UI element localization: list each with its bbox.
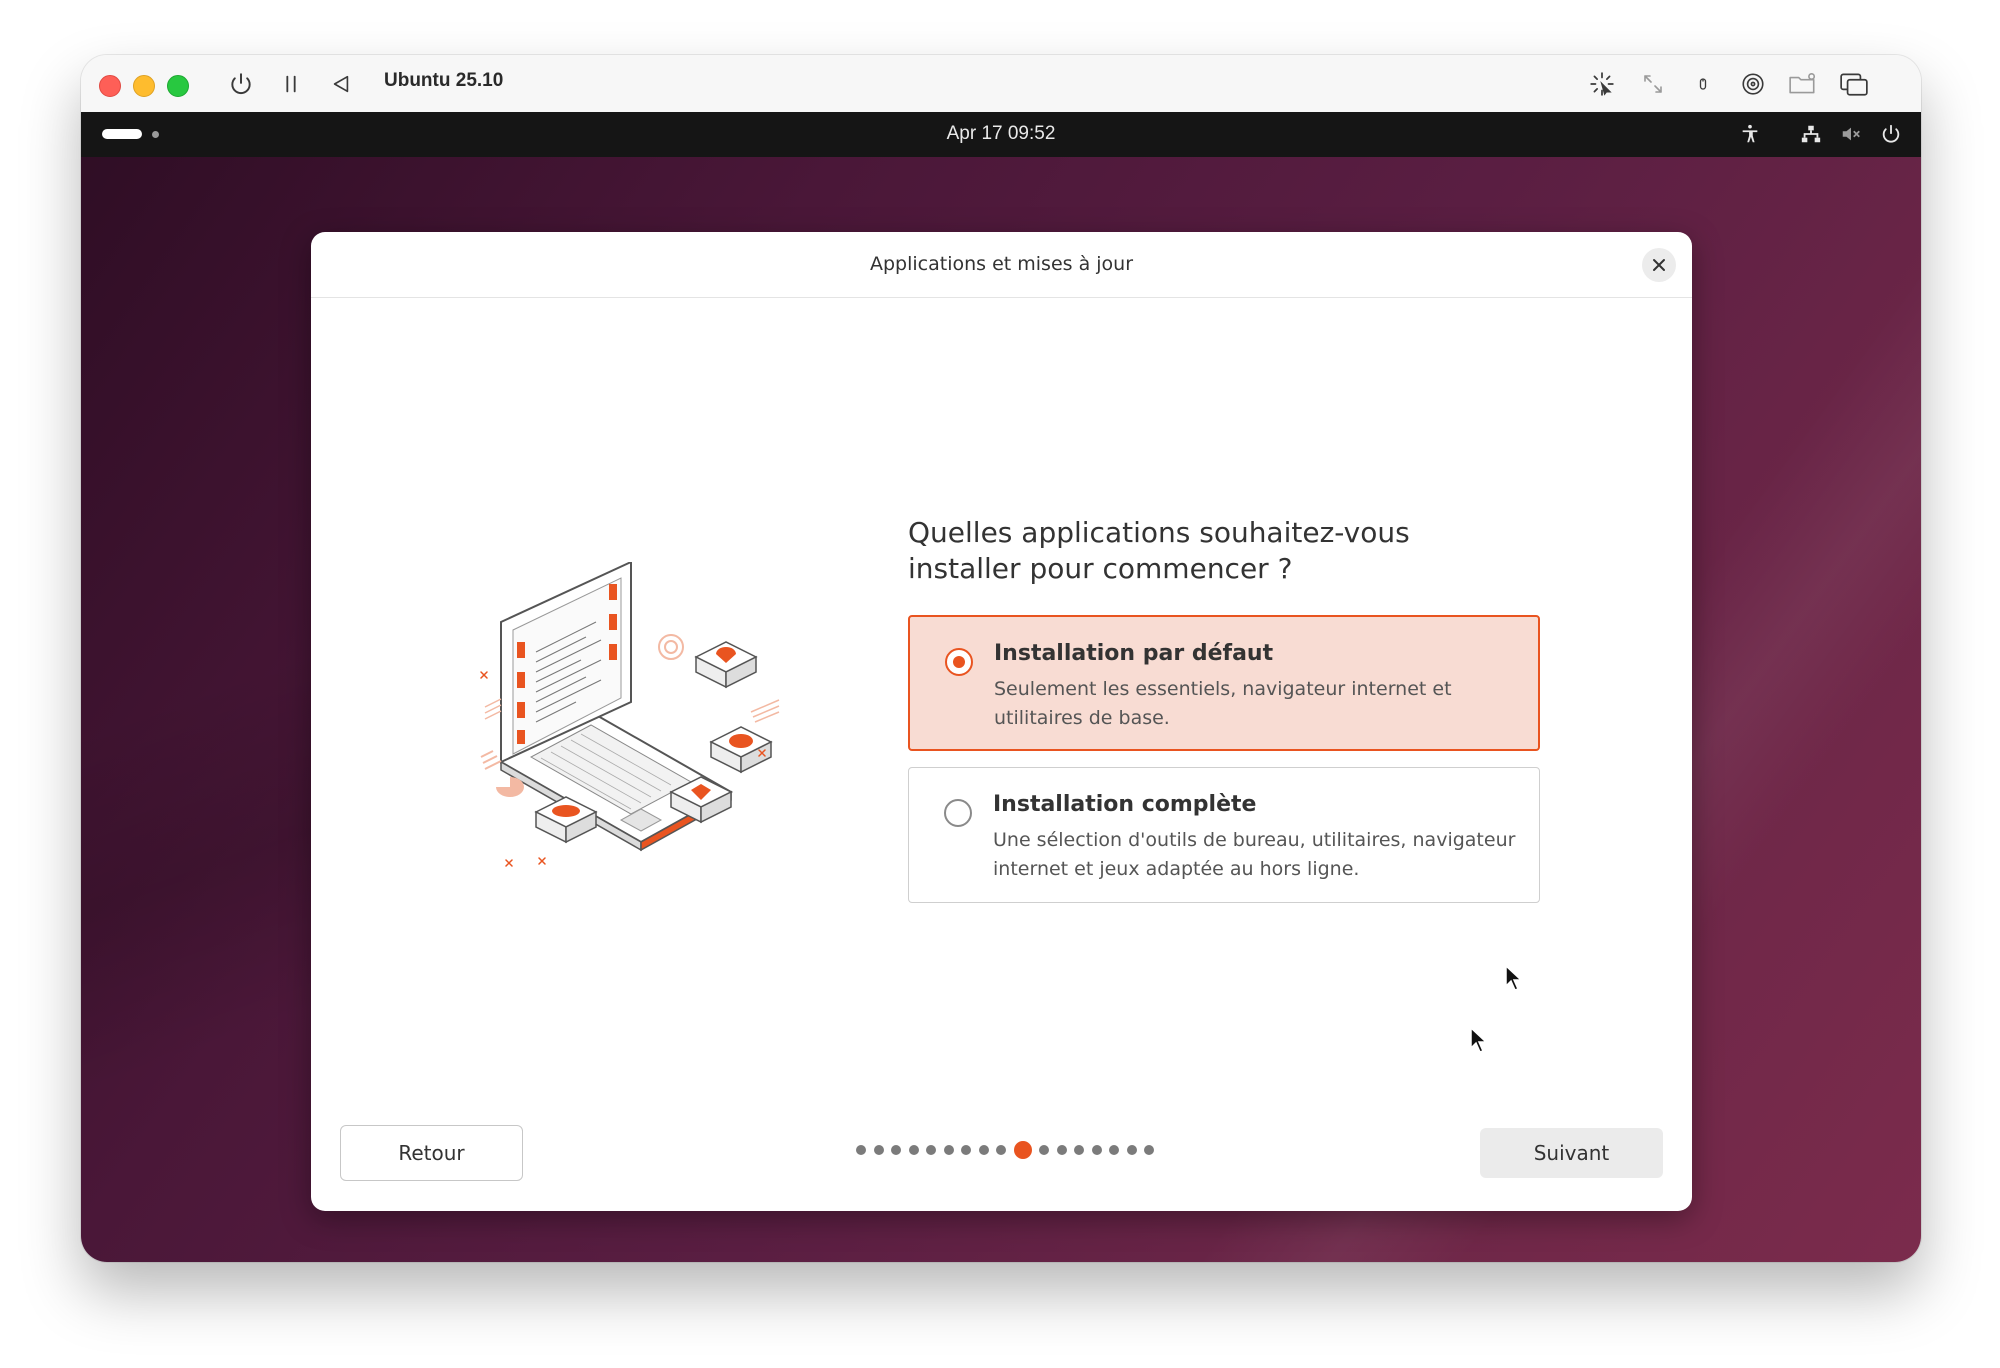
dialog-header: Applications et mises à jour xyxy=(311,232,1692,298)
progress-dot xyxy=(1126,1145,1137,1155)
capture-cursor-button[interactable] xyxy=(1586,68,1618,100)
cursor-capture-icon xyxy=(1590,72,1614,96)
vm-power-button[interactable] xyxy=(225,68,257,100)
next-button[interactable]: Suivant xyxy=(1480,1128,1663,1178)
progress-dot-active xyxy=(1013,1141,1032,1159)
windows-button[interactable] xyxy=(1838,68,1870,100)
usb-icon xyxy=(1699,78,1707,90)
progress-dot xyxy=(1091,1145,1102,1155)
volume-menu[interactable] xyxy=(1839,122,1863,146)
system-menu[interactable] xyxy=(1879,122,1903,146)
window-close-button[interactable] xyxy=(99,75,121,97)
dialog-close-button[interactable] xyxy=(1642,248,1676,282)
vm-send-key-button[interactable] xyxy=(325,68,357,100)
option-title: Installation par défaut xyxy=(994,641,1274,666)
system-power-icon xyxy=(1882,124,1900,143)
progress-dot xyxy=(961,1145,971,1155)
accessibility-icon xyxy=(1742,124,1758,143)
vm-titlebar: Ubuntu 25.10 xyxy=(81,55,1921,113)
installer-dialog: Applications et mises à jour Quelles app… xyxy=(311,232,1692,1211)
laptop-apps-illustration xyxy=(480,562,780,867)
radio-full-install[interactable] xyxy=(944,799,972,827)
progress-dot xyxy=(1109,1145,1119,1155)
progress-dot xyxy=(1039,1145,1049,1155)
progress-dot xyxy=(943,1145,954,1155)
power-icon xyxy=(231,73,251,95)
progress-dot xyxy=(908,1145,919,1155)
pause-icon xyxy=(286,75,296,93)
vm-title: Ubuntu 25.10 xyxy=(384,70,504,91)
option-description: Seulement les essentiels, navigateur int… xyxy=(994,678,1452,729)
disc-button[interactable] xyxy=(1737,68,1769,100)
disc-icon xyxy=(1742,73,1764,95)
mouse-pointer-icon xyxy=(1470,1026,1488,1053)
back-triangle-icon xyxy=(333,75,349,93)
volume-muted-icon xyxy=(1842,127,1860,141)
progress-dot xyxy=(891,1145,901,1155)
back-button[interactable]: Retour xyxy=(340,1125,523,1181)
progress-dot xyxy=(873,1145,884,1155)
option-default-install[interactable]: Installation par défaut Seulement les es… xyxy=(908,615,1540,751)
windows-icon xyxy=(1840,73,1868,96)
option-title: Installation complète xyxy=(993,792,1257,817)
window-minimize-button[interactable] xyxy=(133,75,155,97)
option-description: Une sélection d'outils de bureau, utilit… xyxy=(993,829,1516,880)
vm-pause-button[interactable] xyxy=(275,68,307,100)
radio-default-install[interactable] xyxy=(945,648,973,676)
progress-dot xyxy=(856,1145,866,1155)
dialog-title: Applications et mises à jour xyxy=(869,253,1134,275)
network-icon xyxy=(1801,125,1821,143)
gnome-top-bar: Apr 17 09:52 xyxy=(81,112,1921,157)
window-zoom-button[interactable] xyxy=(167,75,189,97)
guest-desktop: Apr 17 09:52 Applications et mises à jou… xyxy=(81,112,1921,1262)
accessibility-menu[interactable] xyxy=(1738,122,1762,146)
network-menu[interactable] xyxy=(1799,122,1823,146)
progress-dot xyxy=(926,1145,936,1155)
progress-dot xyxy=(1074,1145,1084,1155)
progress-dot xyxy=(996,1145,1006,1155)
resize-button[interactable] xyxy=(1637,68,1669,100)
top-bar-clock[interactable]: Apr 17 09:52 xyxy=(81,123,1921,145)
option-full-install[interactable]: Installation complète Une sélection d'ou… xyxy=(908,767,1540,903)
vm-window: Ubuntu 25.10 Apr 17 09:52 Applications e… xyxy=(81,55,1921,1262)
progress-dot xyxy=(1056,1145,1067,1155)
close-icon xyxy=(1653,259,1665,271)
step-progress-dots xyxy=(856,1140,1154,1160)
shared-folder-icon xyxy=(1789,73,1816,94)
question-heading: Quelles applications souhaitez-vous inst… xyxy=(908,516,1410,585)
resize-icon xyxy=(1644,75,1662,93)
usb-button[interactable] xyxy=(1687,68,1719,100)
shared-folder-button[interactable] xyxy=(1787,68,1819,100)
progress-dot xyxy=(978,1145,989,1155)
mouse-pointer-icon xyxy=(1505,964,1523,991)
progress-dot xyxy=(1144,1145,1154,1155)
